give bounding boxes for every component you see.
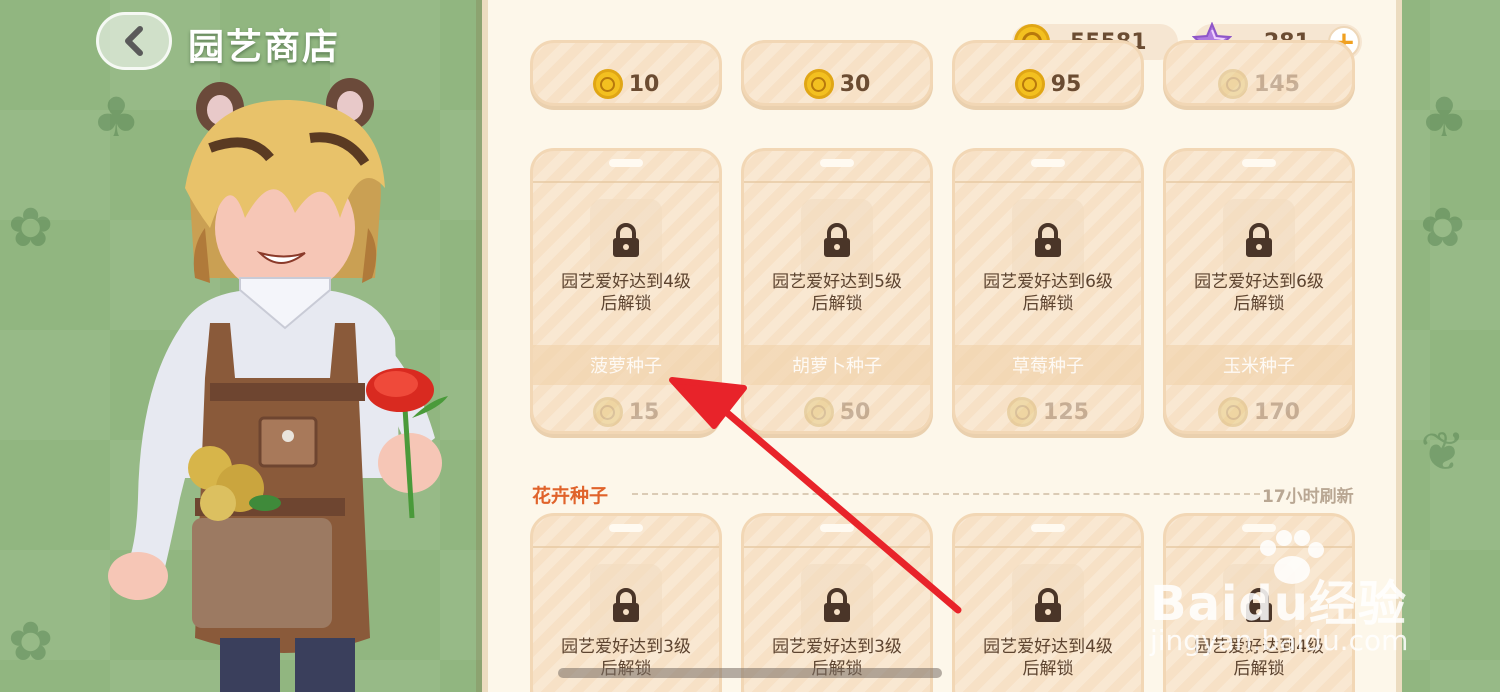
back-button[interactable] <box>96 12 172 70</box>
watermark: Baidu经验 jingyan.baidu.com <box>1150 528 1430 668</box>
lock-icon <box>1246 223 1272 257</box>
price-tag: 30 <box>744 69 930 99</box>
seed-name: 玉米种子 <box>1166 345 1352 385</box>
price-tag: 15 <box>533 397 719 427</box>
seed-card[interactable]: 145 <box>1163 40 1355 106</box>
locked-flower-card[interactable]: 园艺爱好达到4级 后解锁 <box>952 513 1144 692</box>
price-tag: 95 <box>955 69 1141 99</box>
seed-name: 菠萝种子 <box>533 345 719 385</box>
home-indicator[interactable] <box>558 668 942 678</box>
unlock-requirement: 园艺爱好达到6级 后解锁 <box>983 272 1113 314</box>
coin-icon <box>1014 69 1045 99</box>
chevron-left-icon <box>125 26 143 56</box>
refresh-timer: 17小时刷新 <box>1262 487 1354 507</box>
coin-icon <box>803 69 834 99</box>
price-tag: 10 <box>533 69 719 99</box>
seed-name: 草莓种子 <box>955 345 1141 385</box>
coin-icon <box>1007 397 1038 427</box>
seed-card[interactable]: 30 <box>741 40 933 106</box>
locked-flower-card[interactable]: 园艺爱好达到3级后解锁 <box>530 513 722 692</box>
locked-seed-card[interactable]: 园艺爱好达到6级 后解锁 玉米种子 170 <box>1163 148 1355 434</box>
coin-icon <box>592 397 623 427</box>
leaf-decoration-icon: ❦ <box>1420 420 1466 483</box>
section-title-flower-seeds: 花卉种子 <box>532 485 609 507</box>
lock-icon <box>1035 588 1061 622</box>
shopkeeper-character <box>108 78 448 692</box>
grass-decoration-icon: ♣ <box>1420 86 1469 149</box>
page-title: 园艺商店 <box>188 27 341 68</box>
locked-seed-card[interactable]: 园艺爱好达到5级 后解锁 胡萝卜种子 50 <box>741 148 933 434</box>
lock-icon <box>824 223 850 257</box>
seed-card[interactable]: 10 <box>530 40 722 106</box>
price-tag: 50 <box>744 397 930 427</box>
locked-flower-card[interactable]: 园艺爱好达到3级后解锁 <box>741 513 933 692</box>
price-tag: 125 <box>955 397 1141 427</box>
flower-decoration-icon: ✿ <box>8 610 54 673</box>
price-tag: 145 <box>1166 69 1352 99</box>
price-tag: 170 <box>1166 397 1352 427</box>
section-divider <box>632 493 1260 495</box>
lock-icon <box>824 588 850 622</box>
coin-icon <box>1218 397 1249 427</box>
flower-decoration-icon: ✿ <box>1420 196 1466 259</box>
seed-card[interactable]: 95 <box>952 40 1144 106</box>
locked-seed-card[interactable]: 园艺爱好达到4级 后解锁 菠萝种子 15 <box>530 148 722 434</box>
lock-icon <box>613 588 639 622</box>
locked-seed-card[interactable]: 园艺爱好达到6级 后解锁 草莓种子 125 <box>952 148 1144 434</box>
unlock-requirement: 园艺爱好达到4级 后解锁 <box>561 272 691 314</box>
watermark-url: jingyan.baidu.com <box>1150 624 1409 657</box>
unlock-requirement: 园艺爱好达到6级 后解锁 <box>1194 272 1324 314</box>
lock-icon <box>1035 223 1061 257</box>
coin-icon <box>803 397 834 427</box>
coin-icon <box>592 69 623 99</box>
flower-decoration-icon: ✿ <box>8 196 54 259</box>
lock-icon <box>613 223 639 257</box>
seed-name: 胡萝卜种子 <box>744 345 930 385</box>
coin-icon <box>1218 69 1249 99</box>
unlock-requirement: 园艺爱好达到5级 后解锁 <box>772 272 902 314</box>
unlock-requirement: 园艺爱好达到4级 后解锁 <box>983 637 1113 679</box>
